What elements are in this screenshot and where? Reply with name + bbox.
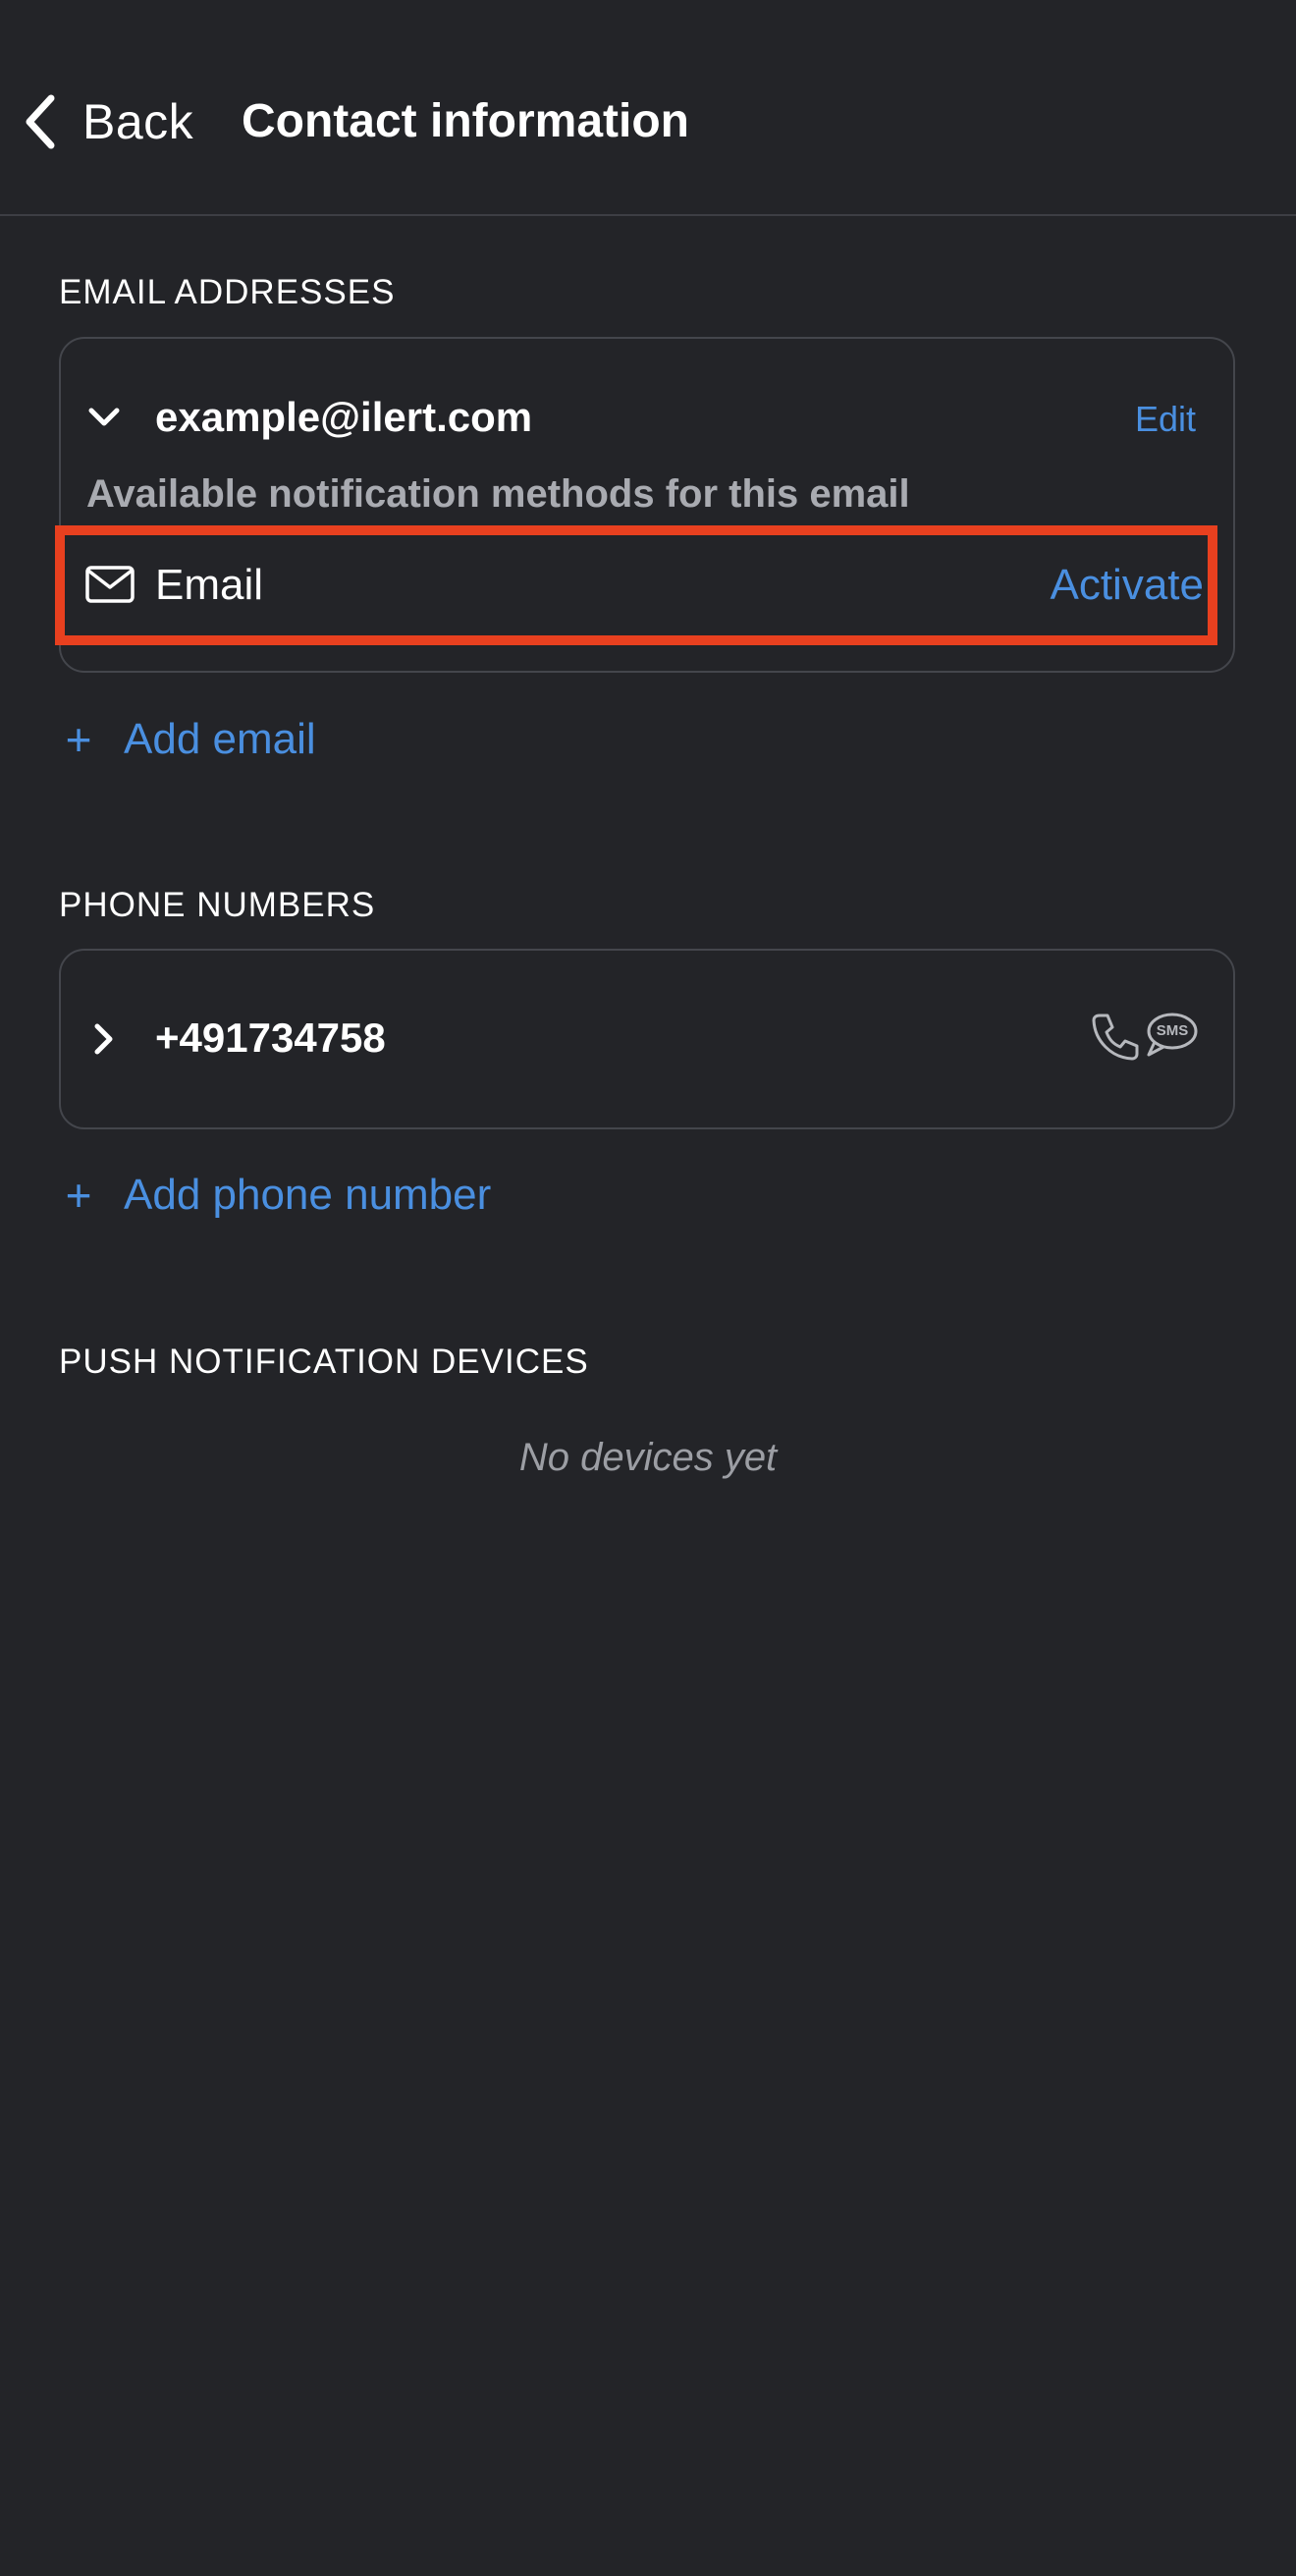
edit-email-button[interactable]: Edit	[1135, 398, 1196, 441]
back-label: Back	[82, 94, 194, 149]
email-section-label: EMAIL ADDRESSES	[59, 273, 396, 311]
chevron-down-icon[interactable]	[84, 398, 124, 437]
sms-badge-text: SMS	[1156, 1022, 1189, 1039]
empty-devices-note: No devices yet	[518, 1436, 778, 1479]
phone-section-label: PHONE NUMBERS	[59, 886, 376, 924]
add-email-label: Add email	[124, 715, 316, 763]
plus-icon: +	[65, 1170, 92, 1221]
add-email-button[interactable]: + Add email	[61, 715, 316, 764]
back-button[interactable]: Back	[20, 86, 193, 157]
sms-icon: SMS	[1143, 1012, 1198, 1063]
chevron-right-icon[interactable]	[84, 1019, 124, 1059]
email-card: example@ilert.com Edit Available notific…	[59, 337, 1235, 673]
notification-methods-hint: Available notification methods for this …	[86, 472, 910, 516]
chevron-left-icon	[20, 92, 59, 151]
navigation-header: Back Contact information	[0, 0, 1296, 216]
activate-email-button[interactable]: Activate	[1050, 561, 1204, 610]
email-method-row[interactable]: Email Activate	[59, 525, 1221, 639]
phone-icon	[1090, 1012, 1141, 1063]
plus-icon: +	[65, 714, 92, 765]
envelope-icon	[84, 565, 135, 604]
page-title: Contact information	[242, 95, 689, 147]
add-phone-label: Add phone number	[124, 1171, 492, 1219]
email-address[interactable]: example@ilert.com	[155, 393, 532, 442]
phone-methods-icons: SMS	[1090, 1010, 1198, 1065]
add-phone-button[interactable]: + Add phone number	[61, 1170, 492, 1221]
email-method-label: Email	[155, 561, 264, 609]
phone-card: +491734758 SMS	[59, 949, 1235, 1129]
phone-number[interactable]: +491734758	[155, 1014, 386, 1063]
push-section-label: PUSH NOTIFICATION DEVICES	[59, 1343, 589, 1381]
